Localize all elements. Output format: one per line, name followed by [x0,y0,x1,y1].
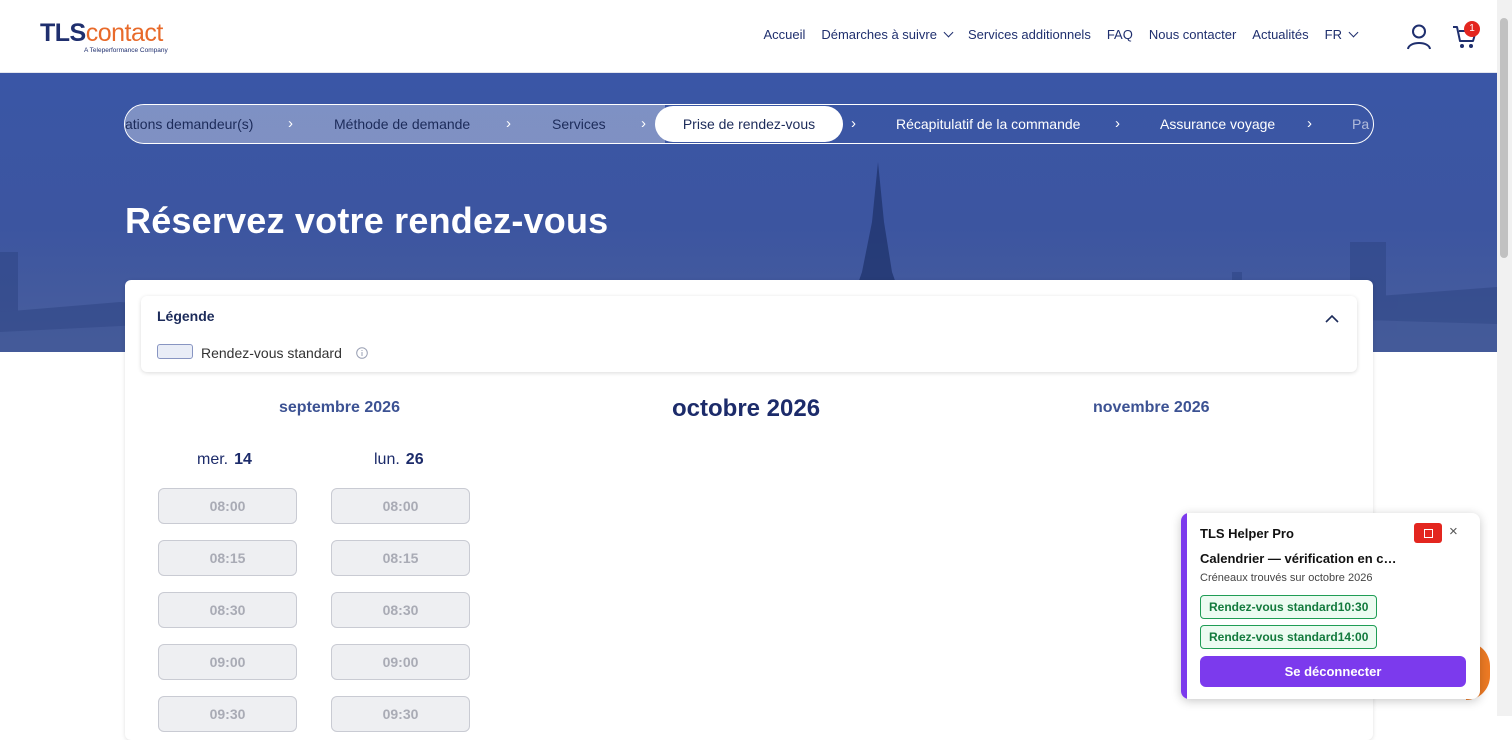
step-separator-icon: › [851,115,856,132]
step-recapitulatif: Récapitulatif de la commande [896,116,1081,132]
scrollbar-thumb[interactable] [1500,18,1508,258]
cart-count-badge: 1 [1464,21,1480,37]
time-slot[interactable]: 08:00 [331,488,470,524]
main-nav: Accueil Démarches à suivre Services addi… [763,27,1359,42]
step-assurance-voyage: Assurance voyage [1160,116,1276,132]
day-date: 14 [234,451,252,468]
helper-title: TLS Helper Pro [1200,526,1294,541]
helper-status: Calendrier — vérification en cours [1200,551,1400,566]
found-slot-badge[interactable]: Rendez-vous standard14:00 [1200,625,1378,649]
day-weekday: lun. [374,451,400,468]
day-weekday: mer. [197,451,229,468]
nav-faq[interactable]: FAQ [1107,27,1133,42]
day-header: lun. 26 [374,451,424,469]
legend-standard-label: Rendez-vous standard [201,345,342,361]
helper-note: Créneaux trouvés sur octobre 2026 [1200,572,1373,584]
logo-brand-bold: TLS [40,19,86,47]
day-header: mer. 14 [197,451,252,469]
step-prise-de-rendez-vous-active[interactable]: Prise de rendez-vous [655,106,843,142]
time-slot[interactable]: 09:30 [331,696,470,732]
logout-button[interactable]: Se déconnecter [1200,656,1466,687]
time-slot[interactable]: 09:00 [158,644,297,680]
prev-month-link[interactable]: septembre 2026 [279,399,400,417]
chevron-down-icon [943,27,954,38]
logo-brand-light: contact [85,19,164,47]
step-separator-icon: › [1115,115,1120,132]
time-slot[interactable]: 08:15 [331,540,470,576]
step-separator-icon: › [288,115,293,132]
chevron-up-icon[interactable] [1325,312,1339,326]
page-title: Réservez votre rendez-vous [125,200,609,241]
close-icon[interactable]: × [1449,523,1458,540]
next-month-link[interactable]: novembre 2026 [1093,399,1210,417]
nav-nous-contacter[interactable]: Nous contacter [1149,27,1236,42]
user-account-icon[interactable] [1405,22,1433,50]
step-services[interactable]: Services [552,105,606,143]
current-month-title: octobre 2026 [672,395,821,422]
found-slot-badge[interactable]: Rendez-vous standard10:30 [1200,595,1378,619]
info-icon[interactable] [356,347,368,359]
day-date: 26 [405,451,424,468]
tlscontact-logo[interactable]: TLScontact A Teleperformance Company [40,20,168,54]
step-informations-demandeurs[interactable]: ations demandeur(s) [125,105,253,143]
language-label: FR [1324,27,1342,42]
page-scrollbar[interactable] [1497,0,1512,716]
language-selector[interactable]: FR [1324,27,1359,42]
stop-button[interactable] [1414,523,1442,543]
time-slot[interactable]: 09:00 [331,644,470,680]
legend-title: Légende [157,308,215,324]
booking-stepper: ations demandeur(s) › Méthode de demande… [124,104,1374,144]
step-paiement: Pa [1352,116,1370,132]
time-slot[interactable]: 08:15 [158,540,297,576]
nav-demarches-label: Démarches à suivre [821,27,937,42]
nav-services-additionnels[interactable]: Services additionnels [968,27,1091,42]
nav-demarches[interactable]: Démarches à suivre [821,27,954,42]
site-header: TLScontact A Teleperformance Company Acc… [0,0,1497,73]
time-slot[interactable]: 08:00 [158,488,297,524]
stop-square-icon [1424,529,1433,538]
logo-tagline: A Teleperformance Company [84,47,168,54]
time-slot[interactable]: 08:30 [331,592,470,628]
legend-panel: Légende Rendez-vous standard [141,296,1357,372]
tls-helper-panel: TLS Helper Pro × Calendrier — vérificati… [1181,513,1480,699]
legend-standard-swatch [157,344,193,359]
nav-accueil[interactable]: Accueil [763,27,805,42]
chevron-down-icon [1348,27,1359,38]
step-separator-icon: › [1307,115,1312,132]
nav-actualites[interactable]: Actualités [1252,27,1308,42]
step-separator-icon: › [506,115,511,132]
time-slot[interactable]: 08:30 [158,592,297,628]
time-slot[interactable]: 09:30 [158,696,297,732]
step-separator-icon: › [641,115,646,132]
step-methode-de-demande[interactable]: Méthode de demande [334,105,470,143]
helper-accent-bar [1181,513,1187,699]
